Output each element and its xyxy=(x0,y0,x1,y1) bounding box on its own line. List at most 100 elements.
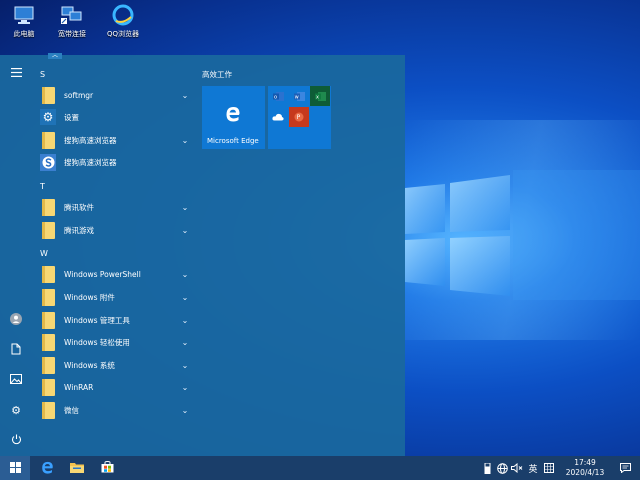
app-tencent-games[interactable]: 腾讯游戏 ⌄ xyxy=(40,220,190,240)
app-softmgr[interactable]: softmgr ⌄ xyxy=(40,85,190,105)
taskbar-store-button[interactable] xyxy=(92,456,122,480)
folder-icon xyxy=(40,265,56,283)
folder-icon xyxy=(40,356,56,374)
pictures-button[interactable] xyxy=(0,368,32,392)
app-tencent-software[interactable]: 腾讯软件 ⌄ xyxy=(40,197,190,217)
volume-muted-icon[interactable] xyxy=(510,456,524,480)
user-avatar-icon xyxy=(10,313,22,327)
settings-button[interactable]: ⚙ xyxy=(0,398,32,422)
network-connection-icon xyxy=(61,4,83,26)
documents-button[interactable] xyxy=(0,338,32,362)
folder-icon xyxy=(40,378,56,396)
start-menu: ⚙ ︿ S softmgr ⌄ ⚙ 设置 搜狗高速浏览器 ⌄ 搜狗高速浏览器 T… xyxy=(0,53,405,456)
app-winrar[interactable]: WinRAR ⌄ xyxy=(40,377,190,397)
onedrive-icon[interactable] xyxy=(268,107,288,127)
chevron-down-icon: ⌄ xyxy=(181,225,189,235)
app-windows-powershell[interactable]: Windows PowerShell ⌄ xyxy=(40,264,190,284)
app-label: 微信 xyxy=(64,405,79,415)
chevron-down-icon: ⌄ xyxy=(181,382,189,392)
taskbar: 英 17:49 2020/4/13 xyxy=(0,456,640,480)
sogou-browser-icon xyxy=(40,153,56,171)
folder-icon xyxy=(40,333,56,351)
qq-browser-icon xyxy=(112,4,134,26)
app-label: 设置 xyxy=(64,112,79,122)
document-icon xyxy=(11,343,21,357)
chevron-down-icon: ⌄ xyxy=(181,292,189,302)
app-windows-system[interactable]: Windows 系统 ⌄ xyxy=(40,355,190,375)
hamburger-icon xyxy=(10,67,22,79)
chevron-down-icon: ⌄ xyxy=(181,315,189,325)
desktop-icon-label: 宽带连接 xyxy=(58,30,86,38)
windows-logo-wallpaper xyxy=(405,170,640,300)
app-label: WinRAR xyxy=(64,382,94,392)
svg-text:P: P xyxy=(297,114,301,121)
app-wechat[interactable]: 微信 ⌄ xyxy=(40,400,190,420)
notification-center-icon[interactable] xyxy=(614,456,636,480)
app-label: Windows 轻松使用 xyxy=(64,337,130,347)
network-globe-icon[interactable] xyxy=(495,456,509,480)
app-label: Windows 系统 xyxy=(64,360,115,370)
user-account-button[interactable] xyxy=(0,308,32,332)
picture-icon xyxy=(10,374,22,386)
desktop-icon-this-pc[interactable]: 此电脑 xyxy=(2,4,46,39)
app-settings[interactable]: ⚙ 设置 xyxy=(40,107,190,127)
folder-icon xyxy=(40,288,56,306)
chevron-down-icon: ⌄ xyxy=(181,360,189,370)
taskbar-file-explorer-button[interactable] xyxy=(62,456,92,480)
app-label: softmgr xyxy=(64,90,94,100)
clock-date: 2020/4/13 xyxy=(565,468,605,477)
windows-start-icon xyxy=(9,461,21,475)
word-icon[interactable]: w xyxy=(289,86,309,106)
tile-group-title[interactable]: 高效工作 xyxy=(202,69,232,80)
folder-icon xyxy=(40,311,56,329)
desktop-icon-label: QQ浏览器 xyxy=(106,30,140,38)
folder-icon xyxy=(40,86,56,104)
desktop-icon-qq-browser[interactable]: QQ浏览器 xyxy=(101,4,145,39)
chevron-down-icon: ⌄ xyxy=(181,337,189,347)
usb-device-icon[interactable] xyxy=(481,456,493,480)
menu-expand-button[interactable] xyxy=(0,61,32,85)
app-label: 腾讯软件 xyxy=(64,202,94,212)
app-windows-accessories[interactable]: Windows 附件 ⌄ xyxy=(40,287,190,307)
app-label: Windows 管理工具 xyxy=(64,315,130,325)
desktop-icon-broadband[interactable]: 宽带连接 xyxy=(50,4,94,39)
group-header-s[interactable]: S xyxy=(40,70,45,79)
svg-text:x: x xyxy=(316,94,319,100)
desktop-icon-label: 此电脑 xyxy=(13,30,35,38)
excel-icon[interactable]: x xyxy=(310,86,330,106)
group-header-t[interactable]: T xyxy=(40,182,45,191)
app-sogou-folder[interactable]: 搜狗高速浏览器 ⌄ xyxy=(40,130,190,150)
power-icon xyxy=(11,434,22,447)
app-windows-admin-tools[interactable]: Windows 管理工具 ⌄ xyxy=(40,310,190,330)
taskbar-clock[interactable]: 17:49 2020/4/13 xyxy=(560,458,610,478)
power-button[interactable] xyxy=(0,428,32,452)
chevron-down-icon: ⌄ xyxy=(181,405,189,415)
folder-icon xyxy=(40,131,56,149)
powerpoint-icon[interactable]: P xyxy=(289,107,309,127)
app-sogou-browser[interactable]: 搜狗高速浏览器 xyxy=(40,152,190,172)
tile-office-apps[interactable]: o w x P xyxy=(268,86,331,149)
chevron-down-icon: ⌄ xyxy=(181,269,189,279)
app-list: ︿ S softmgr ⌄ ⚙ 设置 搜狗高速浏览器 ⌄ 搜狗高速浏览器 T 腾… xyxy=(32,53,195,456)
folder-icon xyxy=(40,401,56,419)
gear-icon: ⚙ xyxy=(40,108,56,126)
app-windows-ease-of-access[interactable]: Windows 轻松使用 ⌄ xyxy=(40,332,190,352)
clock-time: 17:49 xyxy=(574,458,596,467)
computer-icon xyxy=(13,4,35,26)
tile-microsoft-edge[interactable]: Microsoft Edge xyxy=(202,86,265,149)
outlook-icon[interactable]: o xyxy=(268,86,288,106)
gear-icon: ⚙ xyxy=(11,403,21,417)
group-header-w[interactable]: W xyxy=(40,249,48,258)
keyboard-grid-icon[interactable] xyxy=(542,456,556,480)
scroll-up-arrow-icon[interactable]: ︿ xyxy=(48,53,62,59)
edge-icon xyxy=(41,461,54,476)
app-label: 搜狗高速浏览器 xyxy=(64,157,117,167)
folder-icon xyxy=(40,221,56,239)
app-label: 腾讯游戏 xyxy=(64,225,94,235)
input-method-indicator[interactable]: 英 xyxy=(526,456,540,480)
edge-icon xyxy=(225,106,241,124)
chevron-down-icon: ⌄ xyxy=(181,90,189,100)
svg-text:w: w xyxy=(294,94,298,100)
start-button[interactable] xyxy=(0,456,30,480)
taskbar-edge-button[interactable] xyxy=(32,456,62,480)
